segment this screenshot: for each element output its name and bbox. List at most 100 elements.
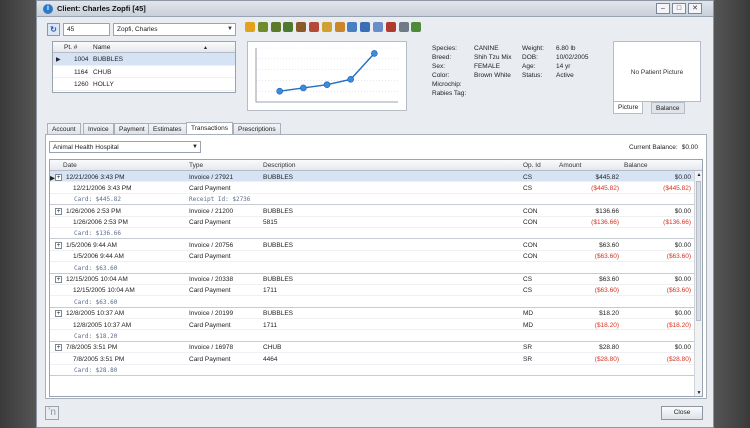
col-description[interactable]: Description — [263, 162, 296, 169]
patient-row[interactable]: 1260 HOLLY — [53, 78, 235, 91]
weight-point[interactable] — [323, 81, 331, 89]
breed-label: Breed: — [432, 54, 452, 61]
scroll-thumb[interactable] — [696, 181, 701, 321]
tx-amount: ($28.80) — [594, 355, 619, 363]
scroll-up-icon[interactable]: ▲ — [695, 172, 702, 178]
tab-estimates[interactable]: Estimates — [148, 123, 187, 134]
payment-row[interactable]: 12/15/2005 10:04 AM Card Payment 1711 CS ($6… — [50, 285, 702, 297]
close-button[interactable]: Close — [661, 406, 703, 420]
tx-amount: $445.82 — [595, 173, 620, 181]
tx-op-id: CON — [523, 253, 538, 261]
col-balance[interactable]: Balance — [624, 162, 648, 169]
transaction-row[interactable]: ▶ +12/21/2006 3:43 PM Invoice / 27921 BUBBL… — [50, 171, 702, 183]
tab-prescriptions[interactable]: Prescriptions — [233, 123, 281, 134]
expand-icon[interactable]: + — [55, 207, 62, 215]
chevron-down-icon[interactable]: ▼ — [227, 26, 233, 32]
transaction-row[interactable]: +1/5/2006 9:44 AM Invoice / 20756 BUBBLES C… — [50, 239, 702, 251]
minimize-button[interactable]: – — [656, 3, 670, 14]
weight-point[interactable] — [300, 84, 307, 92]
tx-op-id: CS — [523, 276, 533, 284]
hospital-select[interactable]: Animal Health Hospital ▼ — [49, 141, 201, 153]
expand-icon[interactable]: + — [55, 276, 62, 284]
tab-account[interactable]: Account — [47, 123, 81, 134]
payment-row[interactable]: 7/8/2005 3:51 PM Card Payment 4464 SR ($28.8… — [50, 353, 702, 365]
tab-transactions[interactable]: Transactions — [186, 122, 233, 134]
maximize-button[interactable]: □ — [672, 3, 686, 14]
col-pt-num[interactable]: Pt. # — [64, 44, 77, 51]
patient-name: CHUB — [93, 68, 112, 76]
payment-row[interactable]: 1/26/2006 2:53 PM Card Payment 5815 CON ($13… — [50, 217, 702, 228]
tab-balance[interactable]: Balance — [651, 102, 685, 114]
patient-row[interactable]: 1164 CHUB — [53, 66, 235, 78]
card-icon[interactable] — [372, 22, 383, 32]
hospital-value: Animal Health Hospital — [53, 144, 119, 151]
lab-icon[interactable] — [296, 22, 307, 32]
tx-op-id: CS — [523, 184, 533, 192]
client-name-combo[interactable]: Zopfi, Charles ▼ — [113, 23, 236, 36]
weight-point[interactable] — [347, 76, 354, 83]
transaction-row[interactable]: +7/8/2005 3:51 PM Invoice / 16978 CHUB SR $2… — [50, 342, 702, 354]
tx-type: Invoice / 16978 — [189, 344, 234, 352]
transaction-row[interactable]: +12/8/2005 10:37 AM Invoice / 20199 BUBBLE… — [50, 308, 702, 320]
vertical-scrollbar[interactable]: ▲ ▼ — [694, 171, 702, 396]
tx-amount: ($63.60) — [594, 287, 619, 295]
transaction-row[interactable]: +1/26/2006 2:53 PM Invoice / 21200 BUBBLES… — [50, 205, 702, 217]
new-record-icon[interactable] — [245, 22, 255, 32]
globe-icon[interactable] — [360, 22, 371, 32]
tx-amount: $28.80 — [599, 344, 619, 352]
col-date[interactable]: Date — [63, 162, 77, 169]
transactions-grid: Date Type Description Op. Id Amount Bala… — [49, 159, 703, 397]
payment-row[interactable]: 1/5/2006 9:44 AM Card Payment CON ($63.60) (… — [50, 251, 702, 263]
tx-amount: ($445.82) — [591, 184, 619, 192]
scroll-down-icon[interactable]: ▼ — [695, 390, 702, 396]
app-logo-icon: ʼn — [45, 406, 59, 420]
tab-picture[interactable]: Picture — [613, 102, 644, 114]
sex-value: FEMALE — [474, 63, 501, 70]
close-window-button[interactable]: ✕ — [688, 3, 702, 14]
window-title: Client: Charles Zopfi [45] — [57, 4, 146, 13]
col-op-id[interactable]: Op. Id — [523, 162, 541, 169]
box-icon[interactable] — [385, 22, 396, 32]
note-edit-icon[interactable] — [321, 22, 332, 32]
bird-icon[interactable] — [257, 22, 268, 32]
tx-date: 1/5/2006 9:44 AM — [73, 253, 124, 261]
tx-description: BUBBLES — [263, 241, 293, 249]
chevron-down-icon[interactable]: ▼ — [192, 144, 198, 150]
print-icon[interactable] — [398, 22, 409, 32]
tx-balance: $0.00 — [674, 276, 691, 284]
col-name[interactable]: Name — [93, 44, 110, 51]
bird-add-icon[interactable] — [411, 22, 422, 32]
tx-date: 12/8/2005 10:37 AM — [73, 321, 132, 329]
transaction-row[interactable]: +12/15/2005 10:04 AM Invoice / 20338 BUBBL… — [50, 274, 702, 285]
expand-icon[interactable]: + — [55, 173, 62, 181]
breed-value: Shih Tzu Mix — [474, 54, 512, 61]
tx-type: Card Payment — [189, 184, 231, 192]
expand-icon[interactable]: + — [55, 344, 62, 352]
client-lookup-button[interactable]: ↻ — [47, 23, 60, 36]
bird-check-icon[interactable] — [283, 22, 294, 32]
tx-type: Invoice / 20756 — [189, 241, 234, 249]
tx-type: Card Payment — [189, 253, 231, 261]
bird-edit-icon[interactable] — [270, 22, 281, 32]
weight-point[interactable] — [371, 50, 378, 57]
expand-icon[interactable]: + — [55, 241, 62, 249]
col-amount[interactable]: Amount — [559, 162, 581, 169]
tab-invoice[interactable]: Invoice — [83, 123, 114, 134]
people-icon[interactable] — [308, 22, 319, 32]
card-detail-row: Card: $63.60 — [50, 296, 702, 308]
no-picture-text: No Patient Picture — [630, 69, 684, 76]
col-type[interactable]: Type — [189, 162, 203, 169]
expand-icon[interactable]: + — [55, 310, 62, 318]
tag-icon[interactable] — [334, 22, 345, 32]
patient-row[interactable]: ▶ 1004 BUBBLES — [53, 53, 235, 66]
weight-point[interactable] — [276, 87, 283, 95]
payment-row[interactable]: 12/21/2006 3:43 PM Card Payment CS ($445.82… — [50, 182, 702, 194]
client-id-input[interactable]: 45 — [63, 23, 110, 36]
card-detail-row: Card: $28.80 — [50, 365, 702, 377]
payment-row[interactable]: 12/8/2005 10:37 AM Card Payment 1711 MD ($18… — [50, 319, 702, 331]
tx-type: Card Payment — [189, 219, 231, 227]
tx-balance: $0.00 — [674, 241, 691, 249]
tab-payment[interactable]: Payment — [114, 123, 150, 134]
card-detail-row: Card: $63.60 — [50, 262, 702, 274]
document-icon[interactable] — [347, 22, 358, 32]
